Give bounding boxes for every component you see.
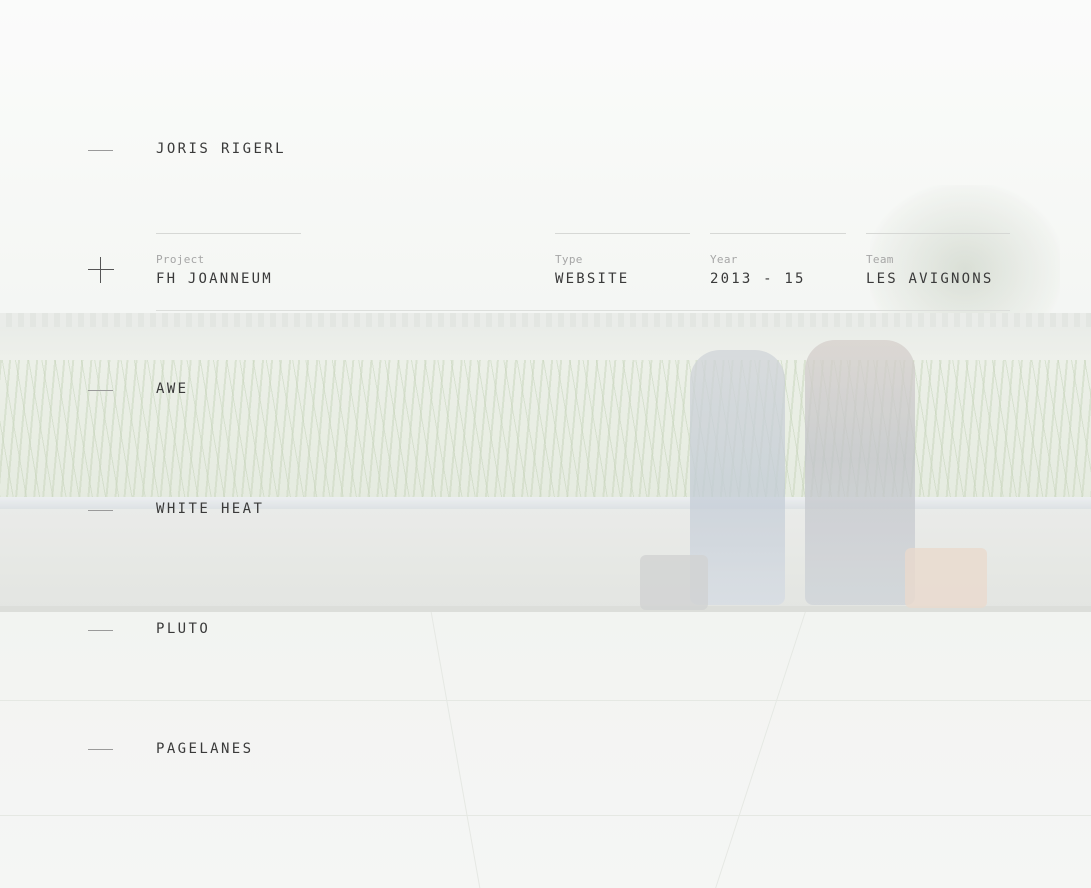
- team-value: LES AVIGNONS: [866, 271, 994, 287]
- field-divider: [866, 233, 1010, 234]
- project-title[interactable]: AWE: [156, 381, 189, 397]
- year-label: Year: [710, 253, 738, 266]
- dash-icon: [88, 390, 113, 391]
- type-label: Type: [555, 253, 583, 266]
- project-title[interactable]: JORIS RIGERL: [156, 141, 286, 157]
- field-divider: [156, 233, 301, 234]
- year-value: 2013 - 15: [710, 271, 806, 287]
- project-list: JORIS RIGERL Project FH JOANNEUM Type WE…: [0, 0, 1091, 888]
- project-title[interactable]: PAGELANES: [156, 741, 253, 757]
- project-title[interactable]: PLUTO: [156, 621, 210, 637]
- project-title[interactable]: WHITE HEAT: [156, 501, 264, 517]
- dash-icon: [88, 150, 113, 151]
- field-divider: [555, 233, 690, 234]
- project-value: FH JOANNEUM: [156, 271, 273, 287]
- team-label: Team: [866, 253, 894, 266]
- dash-icon: [88, 510, 113, 511]
- detail-divider: [156, 310, 1010, 311]
- field-divider: [710, 233, 846, 234]
- dash-icon: [88, 749, 113, 750]
- project-label: Project: [156, 253, 205, 266]
- dash-icon: [88, 630, 113, 631]
- type-value: WEBSITE: [555, 271, 630, 287]
- plus-icon[interactable]: [88, 257, 114, 283]
